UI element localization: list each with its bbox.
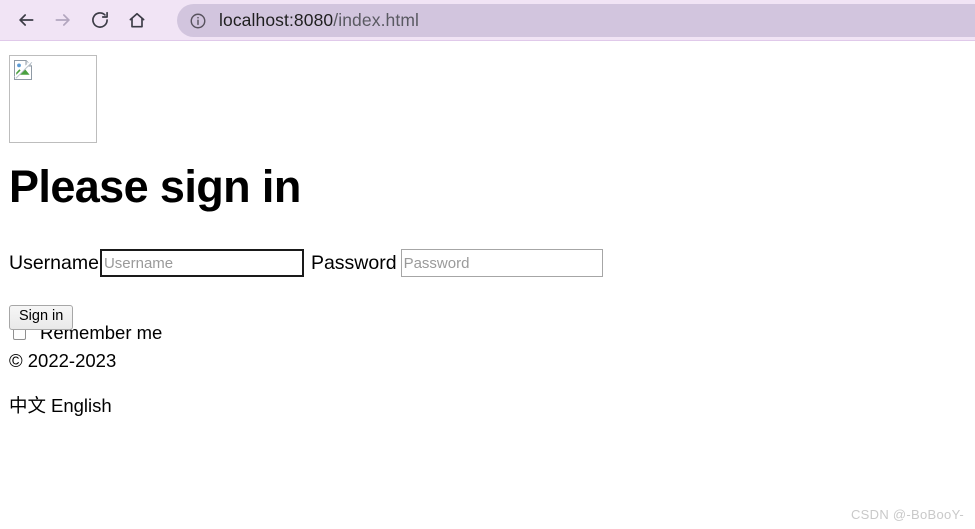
browser-toolbar: localhost:8080/index.html: [0, 0, 975, 41]
address-bar-url: localhost:8080/index.html: [219, 10, 419, 31]
language-link-chinese[interactable]: 中文: [9, 395, 46, 416]
language-link-english[interactable]: English: [51, 395, 112, 416]
login-form-row: Username Password: [9, 249, 603, 277]
username-label: Username: [9, 251, 99, 274]
broken-image-placeholder: [9, 55, 97, 143]
reload-button[interactable]: [83, 3, 117, 37]
address-bar-path: /index.html: [333, 10, 419, 30]
home-icon: [127, 10, 147, 30]
broken-image-icon: [13, 59, 35, 81]
username-input[interactable]: [99, 249, 304, 277]
page-title: Please sign in: [9, 161, 301, 212]
page-content: Please sign in Username Password Remembe…: [0, 42, 975, 529]
info-circle-icon[interactable]: [189, 12, 207, 30]
password-label: Password: [310, 251, 397, 274]
forward-icon: [53, 10, 73, 30]
sign-in-button[interactable]: Sign in: [9, 305, 74, 330]
address-bar[interactable]: localhost:8080/index.html: [177, 4, 975, 37]
reload-icon: [90, 10, 110, 30]
back-button[interactable]: [9, 3, 43, 37]
language-links: 中文 English: [9, 392, 112, 418]
forward-button[interactable]: [46, 3, 80, 37]
password-input[interactable]: [400, 249, 603, 277]
copyright-text: © 2022-2023: [9, 350, 117, 371]
home-button[interactable]: [120, 3, 154, 37]
address-bar-host: localhost:8080: [219, 10, 334, 30]
watermark: CSDN @-BoBooY-: [850, 507, 964, 522]
back-icon: [16, 10, 36, 30]
